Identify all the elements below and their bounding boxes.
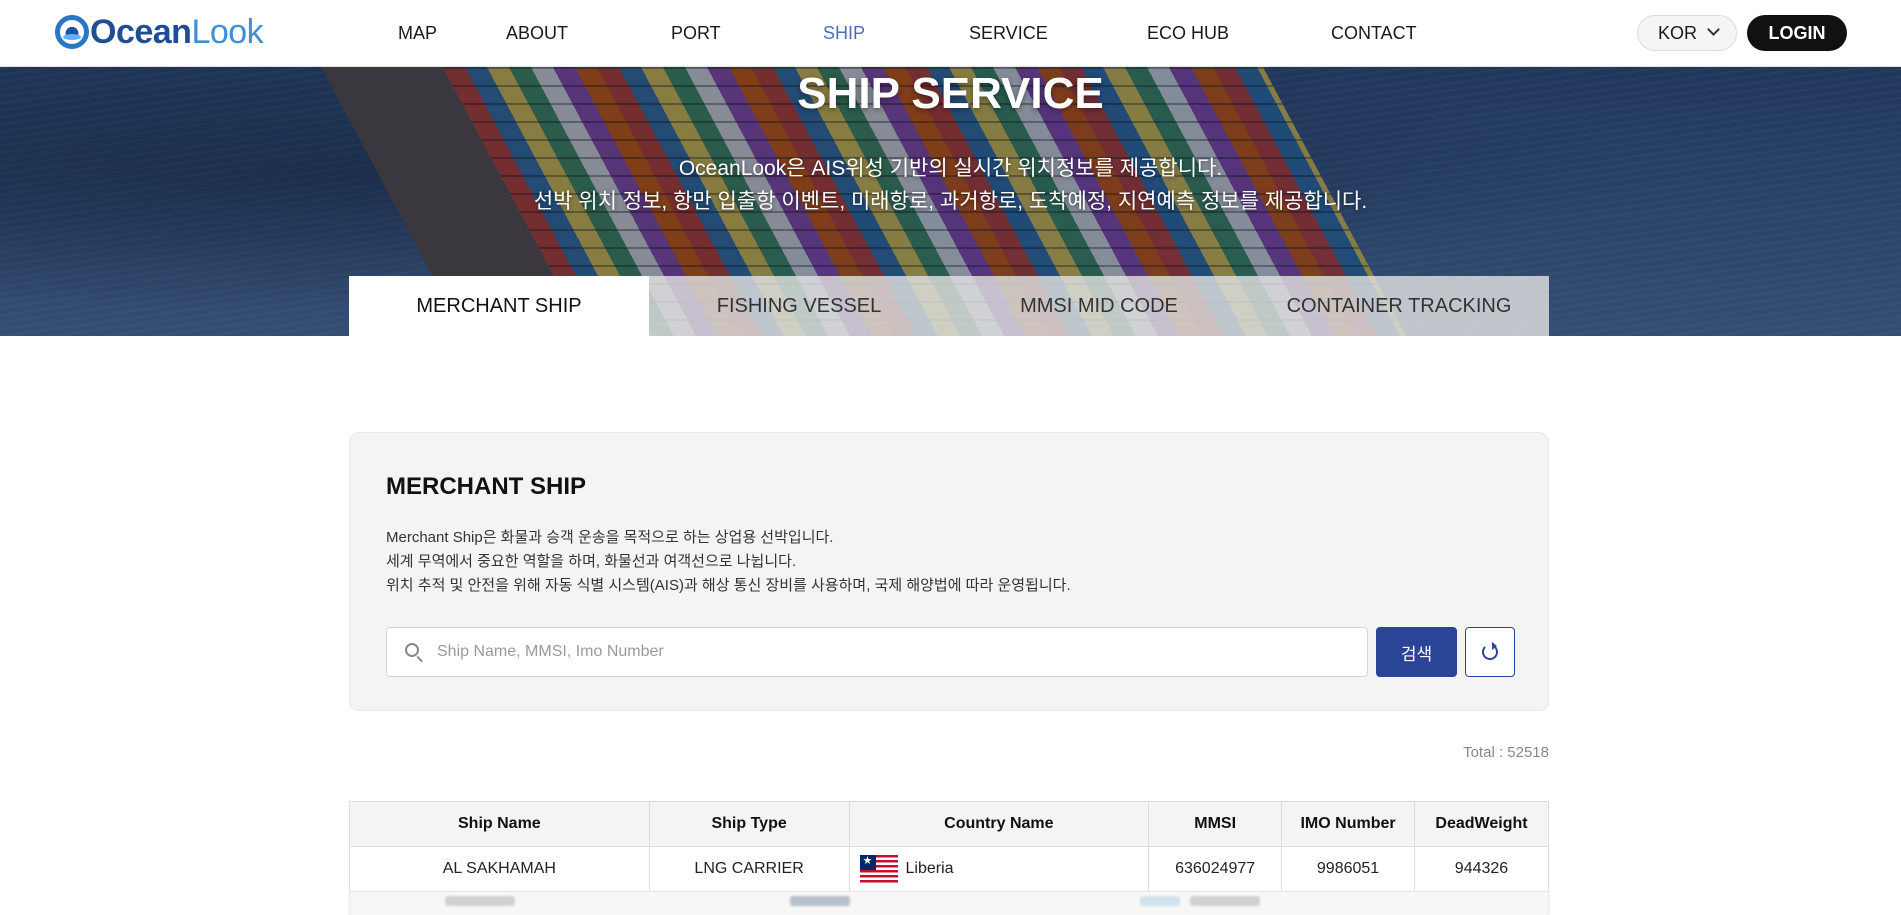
cell-deadweight: 944326: [1414, 846, 1549, 892]
column-header-imo-number[interactable]: IMO Number: [1281, 801, 1415, 847]
page-title: SHIP SERVICE: [797, 69, 1104, 118]
nav-contact[interactable]: CONTACT: [1331, 0, 1451, 67]
cell-ship-name: AL SAKHAMAH: [349, 846, 650, 892]
logo-text: OceanLook: [90, 12, 264, 52]
cell-imo: 9986051: [1281, 846, 1415, 892]
cell-country: Liberia: [848, 846, 1150, 892]
column-header-ship-name[interactable]: Ship Name: [349, 801, 650, 847]
liberia-flag-icon: [859, 854, 898, 883]
ship-table: Ship Name Ship Type Country Name MMSI IM…: [349, 801, 1549, 892]
logo-text-ocean: Ocean: [90, 13, 192, 51]
search-icon: [405, 643, 419, 657]
table-row[interactable]: AL SAKHAMAH LNG CARRIER Liberia 63602497…: [349, 846, 1549, 892]
nav-map[interactable]: MAP: [398, 0, 506, 67]
language-value: KOR: [1658, 22, 1698, 43]
logo-text-look: Look: [191, 13, 264, 51]
logo-globe-icon: [55, 15, 89, 49]
nav-ship[interactable]: SHIP: [823, 0, 969, 67]
cell-mmsi: 636024977: [1148, 846, 1283, 892]
column-header-deadweight[interactable]: DeadWeight: [1414, 801, 1549, 847]
merchant-ship-card: MERCHANT SHIP Merchant Ship은 화물과 승객 운송을 …: [349, 432, 1549, 711]
main-nav: MAP ABOUT PORT SHIP SERVICE ECO HUB CONT…: [398, 0, 1451, 67]
service-tabs: MERCHANT SHIP FISHING VESSEL MMSI MID CO…: [349, 276, 1549, 336]
card-title: MERCHANT SHIP: [386, 473, 587, 500]
language-select[interactable]: KOR: [1637, 15, 1737, 51]
nav-port[interactable]: PORT: [671, 0, 823, 67]
card-description-line-1: Merchant Ship은 화물과 승객 운송을 목적으로 하는 상업용 선박…: [386, 529, 834, 546]
refresh-icon: [1482, 642, 1498, 660]
column-header-ship-type[interactable]: Ship Type: [648, 801, 850, 847]
chevron-down-icon: [1707, 23, 1720, 36]
hero-subtitle-line-1: OceanLook은 AIS위성 기반의 실시간 위치정보를 제공합니다.: [678, 157, 1223, 180]
search-input[interactable]: [437, 628, 1357, 676]
total-count: Total : 52518: [1463, 744, 1549, 761]
tab-merchant-ship[interactable]: MERCHANT SHIP: [349, 276, 649, 336]
cell-country-name: Liberia: [905, 860, 954, 878]
login-button[interactable]: LOGIN: [1747, 15, 1847, 51]
nav-about[interactable]: ABOUT: [506, 0, 671, 67]
search-box: [386, 627, 1368, 677]
nav-eco-hub[interactable]: ECO HUB: [1147, 0, 1331, 67]
column-header-country-name[interactable]: Country Name: [848, 801, 1150, 847]
table-header-row: Ship Name Ship Type Country Name MMSI IM…: [349, 801, 1549, 847]
top-header: OceanLook MAP ABOUT PORT SHIP SERVICE EC…: [0, 0, 1901, 67]
tab-container-tracking[interactable]: CONTAINER TRACKING: [1249, 276, 1549, 336]
oceanlook-logo[interactable]: OceanLook: [55, 12, 264, 52]
hero-subtitle-line-2: 선박 위치 정보, 항만 입출항 이벤트, 미래항로, 과거항로, 도착예정, …: [533, 190, 1368, 213]
nav-service[interactable]: SERVICE: [969, 0, 1147, 67]
table-row-loading: [349, 892, 1549, 915]
search-button[interactable]: 검색: [1376, 627, 1457, 677]
tab-fishing-vessel[interactable]: FISHING VESSEL: [649, 276, 949, 336]
refresh-button[interactable]: [1465, 627, 1515, 677]
column-header-mmsi[interactable]: MMSI: [1148, 801, 1283, 847]
card-description-line-3: 위치 추적 및 안전을 위해 자동 식별 시스템(AIS)과 해상 통신 장비를…: [386, 577, 1071, 594]
card-description-line-2: 세계 무역에서 중요한 역할을 하며, 화물선과 여객선으로 나뉩니다.: [386, 553, 797, 570]
tab-mmsi-mid-code[interactable]: MMSI MID CODE: [949, 276, 1249, 336]
cell-ship-type: LNG CARRIER: [648, 846, 850, 892]
